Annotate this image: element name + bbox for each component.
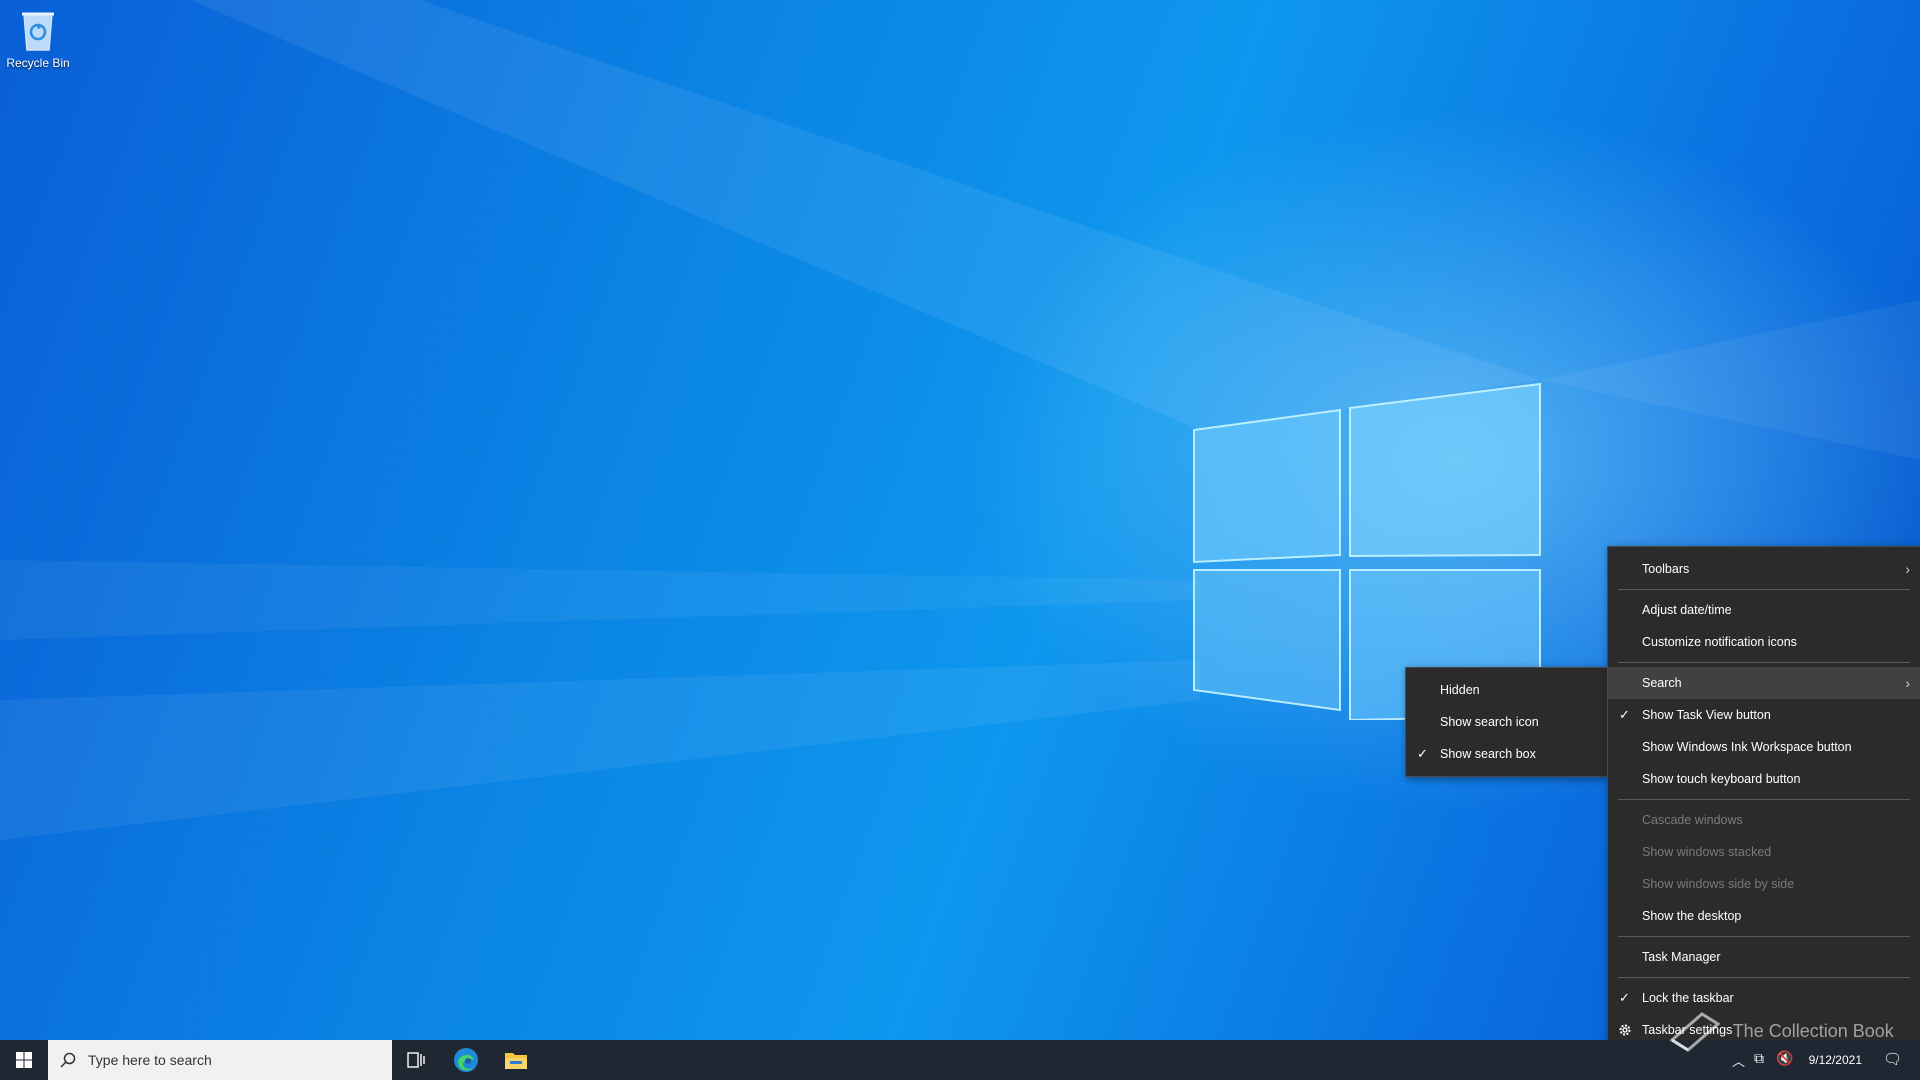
watermark: The Collection Book <box>1668 1010 1894 1054</box>
menu-item-show-windows-side-by-side: Show windows side by side <box>1608 868 1920 900</box>
edge-taskbar-button[interactable] <box>442 1040 490 1080</box>
task-view-button[interactable] <box>392 1040 440 1080</box>
submenu-item-label: Show search icon <box>1440 715 1539 729</box>
gear-icon <box>1619 1024 1631 1036</box>
menu-item-customize-notification-icons[interactable]: Customize notification icons <box>1608 626 1920 658</box>
clock-date: 9/12/2021 <box>1808 1053 1862 1067</box>
submenu-item-show-search-icon[interactable]: Show search icon <box>1406 706 1608 738</box>
task-view-icon <box>407 1052 425 1068</box>
menu-item-label: Search <box>1642 676 1682 690</box>
checkmark-icon: ✓ <box>1417 746 1428 761</box>
menu-item-label: Show windows side by side <box>1642 877 1795 891</box>
menu-separator <box>1618 589 1910 590</box>
windows-start-icon <box>16 1052 32 1068</box>
search-placeholder: Type here to search <box>88 1052 212 1068</box>
submenu-item-hidden[interactable]: Hidden <box>1406 674 1608 706</box>
menu-item-task-manager[interactable]: Task Manager <box>1608 941 1920 973</box>
menu-item-label: Customize notification icons <box>1642 635 1797 649</box>
menu-separator <box>1618 799 1910 800</box>
folder-icon <box>505 1053 527 1069</box>
watermark-text: The Collection Book <box>1732 1020 1894 1041</box>
menu-item-label: Show touch keyboard button <box>1642 772 1801 786</box>
taskbar-context-menu: Toolbars › Adjust date/time Customize no… <box>1607 546 1920 1053</box>
menu-item-search[interactable]: Search › <box>1608 667 1920 699</box>
menu-item-label: Lock the taskbar <box>1642 991 1734 1005</box>
recycle-bin-label: Recycle Bin <box>6 56 70 70</box>
menu-item-cascade-windows: Cascade windows <box>1608 804 1920 836</box>
submenu-item-show-search-box[interactable]: ✓ Show search box <box>1406 738 1608 770</box>
submenu-item-label: Show search box <box>1440 747 1536 761</box>
book-icon <box>1669 1012 1721 1052</box>
menu-item-label: Show Task View button <box>1642 708 1771 722</box>
menu-separator <box>1618 977 1910 978</box>
start-button[interactable] <box>0 1040 48 1080</box>
taskbar[interactable]: Type here to search ︿ ⧉ 🔇 9/12/2021 🗨 <box>0 1040 1920 1080</box>
edge-browser-icon <box>454 1048 478 1072</box>
recycle-bin-shortcut[interactable]: Recycle Bin <box>4 8 72 70</box>
menu-item-toolbars[interactable]: Toolbars › <box>1608 553 1920 585</box>
menu-item-show-touch-keyboard-button[interactable]: Show touch keyboard button <box>1608 763 1920 795</box>
menu-item-show-windows-stacked: Show windows stacked <box>1608 836 1920 868</box>
menu-item-show-task-view-button[interactable]: ✓ Show Task View button <box>1608 699 1920 731</box>
menu-item-show-windows-ink-workspace-button[interactable]: Show Windows Ink Workspace button <box>1608 731 1920 763</box>
search-icon <box>60 1052 76 1068</box>
menu-item-label: Task Manager <box>1642 950 1721 964</box>
menu-item-adjust-date-time[interactable]: Adjust date/time <box>1608 594 1920 626</box>
chevron-right-icon: › <box>1905 675 1910 691</box>
checkmark-icon: ✓ <box>1619 707 1630 722</box>
search-submenu: Hidden Show search icon ✓ Show search bo… <box>1405 667 1609 777</box>
menu-item-label: Adjust date/time <box>1642 603 1732 617</box>
menu-item-label: Show windows stacked <box>1642 845 1772 859</box>
recycle-bin-icon <box>22 12 54 51</box>
menu-separator <box>1618 936 1910 937</box>
chevron-right-icon: › <box>1905 561 1910 577</box>
menu-separator <box>1618 662 1910 663</box>
menu-item-label: Show Windows Ink Workspace button <box>1642 740 1852 754</box>
taskbar-clock[interactable]: 9/12/2021 <box>1809 1053 1862 1067</box>
taskbar-search-box[interactable]: Type here to search <box>48 1040 392 1080</box>
menu-item-label: Toolbars <box>1642 562 1690 576</box>
menu-item-label: Show the desktop <box>1642 909 1742 923</box>
menu-item-show-the-desktop[interactable]: Show the desktop <box>1608 900 1920 932</box>
submenu-item-label: Hidden <box>1440 683 1480 697</box>
file-explorer-taskbar-button[interactable] <box>492 1040 540 1080</box>
checkmark-icon: ✓ <box>1619 990 1630 1005</box>
menu-item-label: Cascade windows <box>1642 813 1743 827</box>
